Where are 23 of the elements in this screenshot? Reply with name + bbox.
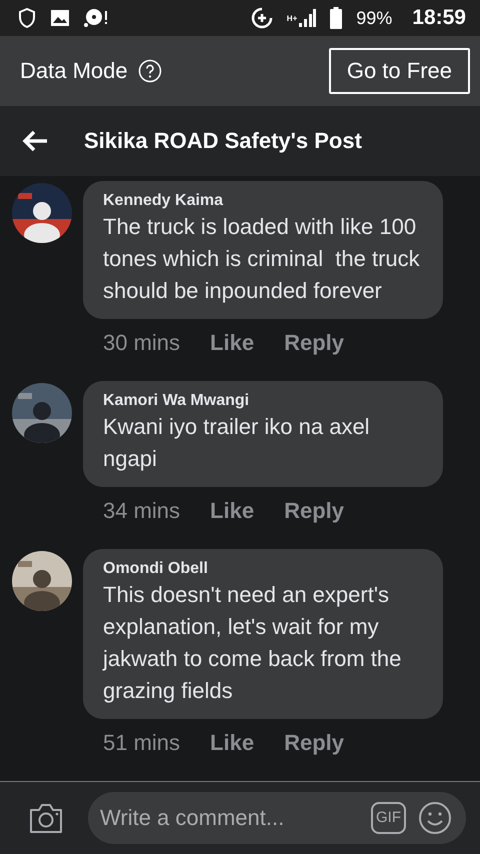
battery-percent: 99% [356,8,392,28]
comment-author[interactable]: Kennedy Kaima [103,191,423,211]
post-title: Sikika ROAD Safety's Post [84,128,362,154]
go-to-free-button[interactable]: Go to Free [328,48,470,94]
comment-input-field[interactable]: Write a comment... GIF [88,792,466,844]
comment-action-link[interactable]: Reply [284,495,344,527]
comment-time: 34 mins [103,497,180,525]
comment-action-link[interactable]: Like [210,327,254,359]
gif-button[interactable]: GIF [371,802,406,834]
comment-text: This doesn't need an expert's explanation, let's wait for my jakwath to come back from the grazing fields [103,581,402,705]
comment-text: Kwani iyo trailer iko na axel ngapi [103,413,371,473]
clock-time: 18:59 [412,6,466,30]
comment-time: 51 mins [103,729,180,757]
comment-action-link[interactable]: Like [210,495,254,527]
comment-author[interactable]: Omondi Obell [103,559,423,579]
comment-time: 30 mins [103,329,180,357]
comment-action-link[interactable]: Reply [284,327,344,359]
comment-author[interactable]: Kamori Wa Mwangi [103,391,423,411]
comment-action-link[interactable]: Like [210,727,254,759]
network-type: H+ [286,14,298,23]
comment-text: The truck is loaded with like 100 tones which is criminal the truck should be inpounded forever [103,213,421,305]
comment-action-link[interactable]: Reply [284,727,344,759]
data-mode-label: Data Mode [20,58,128,84]
